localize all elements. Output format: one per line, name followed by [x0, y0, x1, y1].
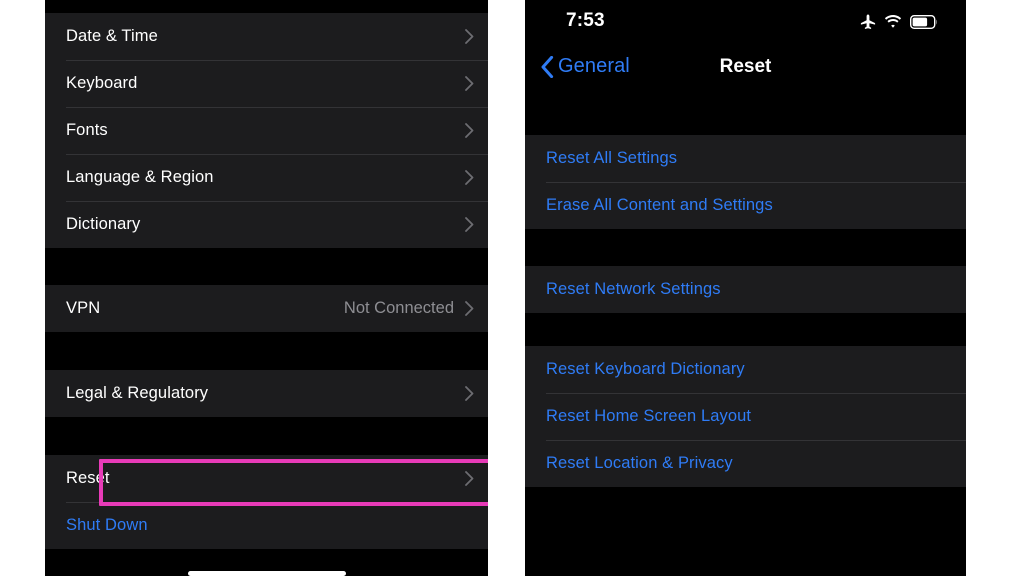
row-label: Legal & Regulatory	[66, 384, 209, 402]
settings-row-legal-regulatory[interactable]: Legal & Regulatory	[45, 370, 488, 417]
row-label: Reset	[66, 469, 110, 487]
settings-row-reset-home-screen-layout[interactable]: Reset Home Screen Layout	[525, 393, 966, 440]
legal-group: Legal & Regulatory	[45, 370, 488, 417]
row-label: Reset Keyboard Dictionary	[546, 360, 745, 378]
reset-network-group: Reset Network Settings	[525, 266, 966, 313]
battery-icon	[910, 15, 938, 29]
row-label: Language & Region	[66, 168, 214, 186]
row-label: VPN	[66, 299, 101, 317]
row-label: Reset Home Screen Layout	[546, 407, 752, 425]
home-indicator[interactable]	[187, 571, 346, 576]
group-spacer-right-2	[525, 313, 966, 346]
page-title: Reset	[719, 56, 772, 77]
screenshot-canvas: Date & Time Keyboard Fonts Language & Re…	[0, 0, 1024, 576]
row-accessory	[465, 386, 474, 401]
settings-row-reset-all-settings[interactable]: Reset All Settings	[525, 135, 966, 182]
airplane-mode-icon	[860, 14, 876, 29]
settings-row-reset-location-privacy[interactable]: Reset Location & Privacy	[525, 440, 966, 487]
wifi-icon	[884, 15, 902, 28]
status-bar-time: 7:53	[566, 10, 605, 31]
row-label: Date & Time	[66, 27, 158, 45]
vpn-status-value: Not Connected	[343, 299, 454, 317]
reset-group: Reset Shut Down	[45, 455, 488, 549]
chevron-right-icon	[465, 123, 474, 138]
chevron-right-icon	[465, 170, 474, 185]
group-spacer-3	[45, 417, 488, 455]
chevron-right-icon	[465, 29, 474, 44]
settings-row-reset-network-settings[interactable]: Reset Network Settings	[525, 266, 966, 313]
row-label: Keyboard	[66, 74, 138, 92]
row-label: Reset Network Settings	[546, 280, 721, 298]
right-phone-screen: 7:53 General Reset Reset All Settings Er…	[525, 0, 966, 576]
group-spacer-2	[45, 332, 488, 370]
reset-misc-group: Reset Keyboard Dictionary Reset Home Scr…	[525, 346, 966, 487]
bottom-spacer-right	[525, 487, 966, 571]
reset-settings-group: Reset All Settings Erase All Content and…	[525, 135, 966, 229]
chevron-right-icon	[465, 217, 474, 232]
settings-row-dictionary[interactable]: Dictionary	[45, 201, 488, 248]
settings-row-shut-down[interactable]: Shut Down	[45, 502, 488, 549]
vpn-group: VPN Not Connected	[45, 285, 488, 332]
chevron-right-icon	[465, 76, 474, 91]
row-accessory	[465, 217, 474, 232]
top-spacer-right	[525, 91, 966, 135]
chevron-right-icon	[465, 301, 474, 316]
status-bar-icons	[860, 14, 938, 30]
left-phone-screen: Date & Time Keyboard Fonts Language & Re…	[45, 0, 488, 576]
row-accessory	[465, 471, 474, 486]
settings-row-language-region[interactable]: Language & Region	[45, 154, 488, 201]
settings-row-reset[interactable]: Reset	[45, 455, 488, 502]
group-spacer-1	[45, 248, 488, 285]
group-spacer-right-1	[525, 229, 966, 266]
row-label: Shut Down	[66, 516, 148, 534]
status-bar: 7:53	[525, 0, 966, 42]
row-accessory	[465, 76, 474, 91]
nav-bar: General Reset	[525, 42, 966, 91]
home-indicator-area-left	[45, 549, 488, 576]
chevron-right-icon	[465, 386, 474, 401]
settings-row-keyboard[interactable]: Keyboard	[45, 60, 488, 107]
row-accessory	[465, 123, 474, 138]
settings-row-fonts[interactable]: Fonts	[45, 107, 488, 154]
row-accessory	[465, 29, 474, 44]
row-label: Dictionary	[66, 215, 141, 233]
top-spacer-left	[45, 0, 488, 13]
row-label: Reset Location & Privacy	[546, 454, 733, 472]
row-label: Reset All Settings	[546, 149, 678, 167]
settings-row-date-time[interactable]: Date & Time	[45, 13, 488, 60]
chevron-right-icon	[465, 471, 474, 486]
settings-row-reset-keyboard-dictionary[interactable]: Reset Keyboard Dictionary	[525, 346, 966, 393]
row-accessory	[465, 170, 474, 185]
settings-row-erase-all-content[interactable]: Erase All Content and Settings	[525, 182, 966, 229]
settings-row-vpn[interactable]: VPN Not Connected	[45, 285, 488, 332]
general-group: Date & Time Keyboard Fonts Language & Re…	[45, 13, 488, 248]
row-accessory: Not Connected	[344, 299, 474, 318]
row-label: Fonts	[66, 121, 108, 139]
row-label: Erase All Content and Settings	[546, 196, 773, 214]
